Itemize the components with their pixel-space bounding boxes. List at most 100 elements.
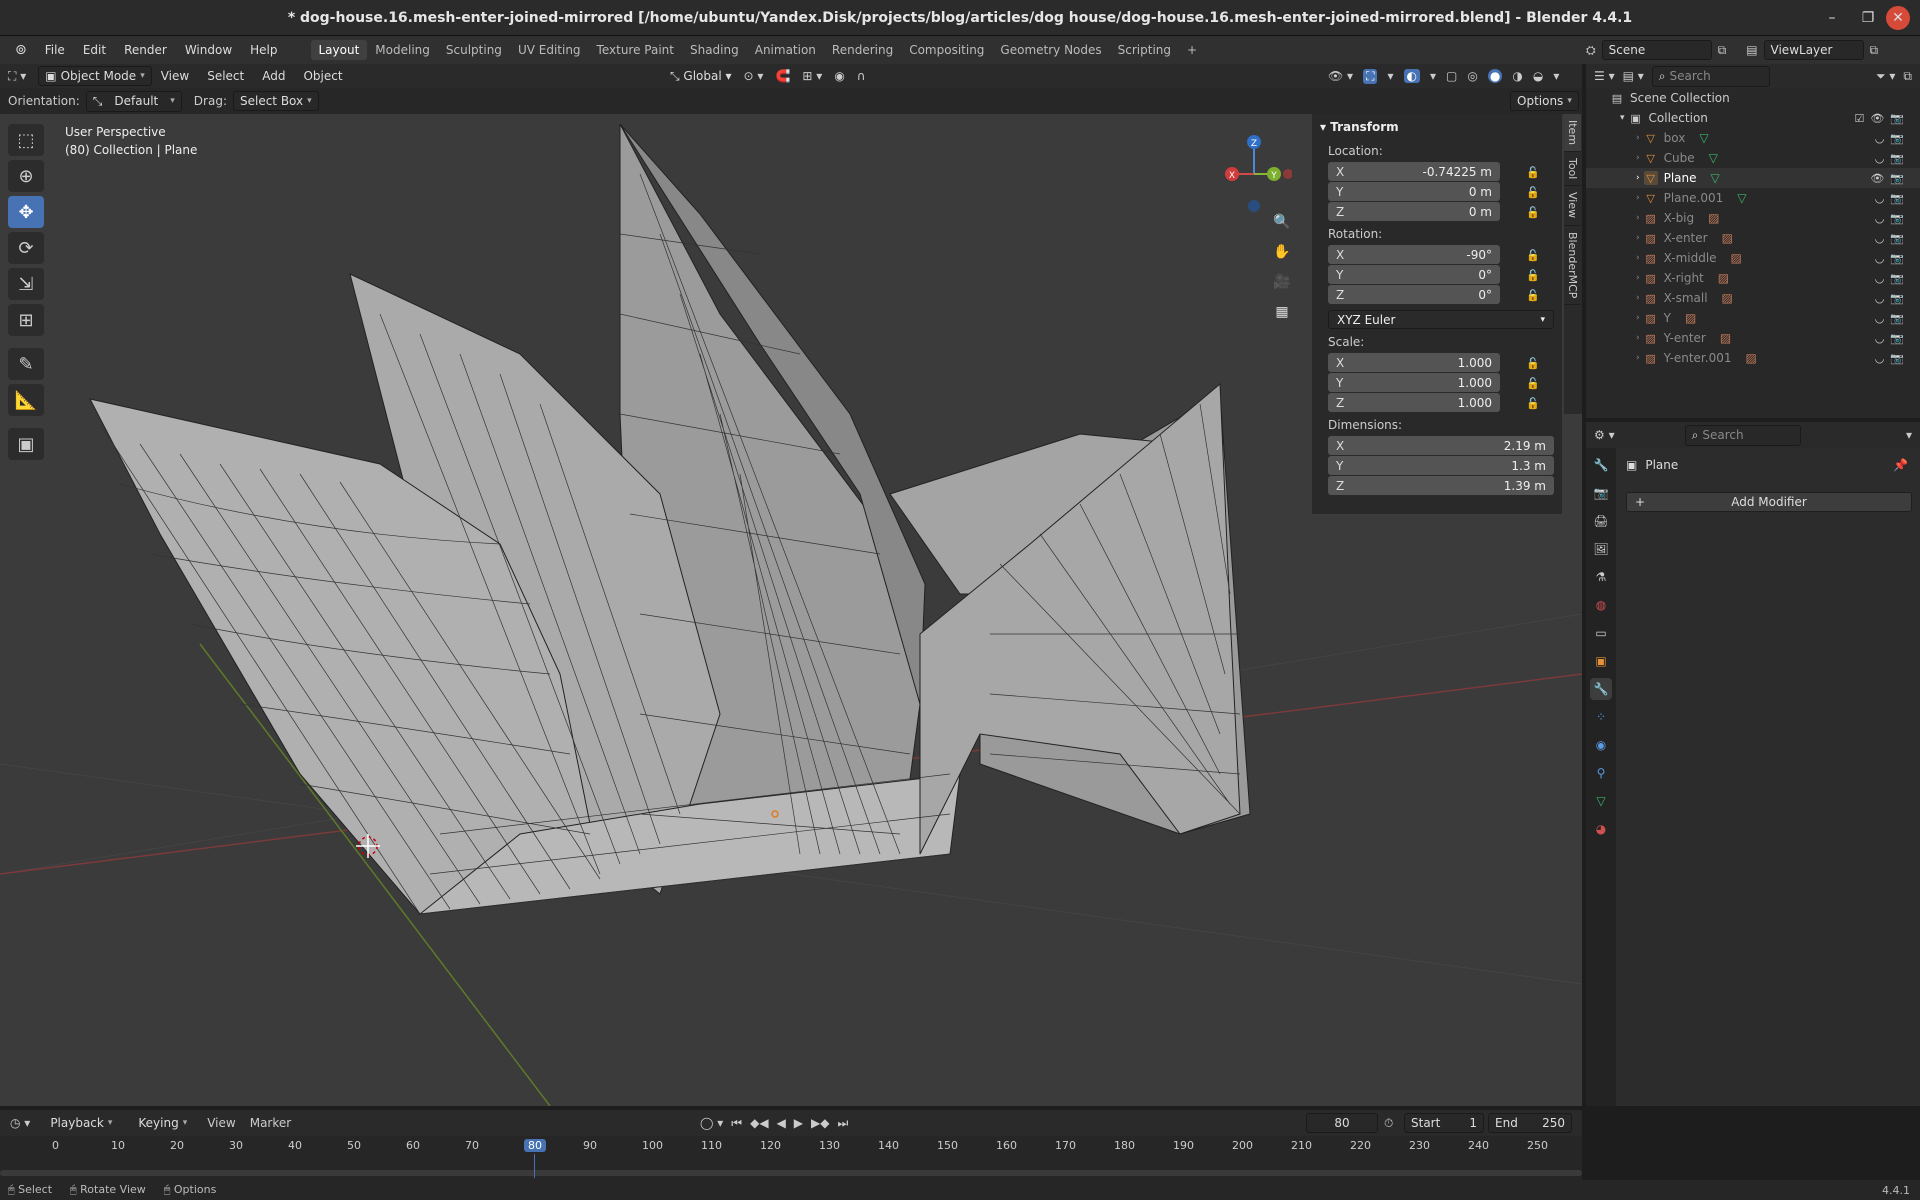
menu-render[interactable]: Render xyxy=(115,43,176,57)
lock-icon[interactable]: 🔓 xyxy=(1526,186,1540,199)
rotate-tool-icon[interactable]: ⟳ xyxy=(8,232,44,264)
solid-shading-icon[interactable]: ● xyxy=(1487,69,1503,83)
visibility-toggles[interactable]: ◡📷 xyxy=(1875,192,1910,205)
timeline-menu-marker[interactable]: Marker xyxy=(250,1116,291,1130)
outliner-item-plane[interactable]: › ▽ Plane ▽ 👁📷 xyxy=(1586,168,1920,188)
playback-menu[interactable]: Playback ▾ xyxy=(44,1114,118,1132)
display-mode-icon[interactable]: ▤ ▾ xyxy=(1623,69,1644,83)
new-scene-icon[interactable]: ⧉ xyxy=(1718,43,1727,58)
timeline-editor-icon[interactable]: ◷ ▾ xyxy=(10,1116,30,1130)
next-keyframe-icon[interactable]: ▶◆ xyxy=(811,1116,829,1130)
viewport-menu-select[interactable]: Select xyxy=(198,69,253,83)
visibility-toggles[interactable]: ◡📷 xyxy=(1875,312,1910,325)
menu-file[interactable]: File xyxy=(36,43,74,57)
menu-help[interactable]: Help xyxy=(241,43,286,57)
tab-tool[interactable]: Tool xyxy=(1564,152,1581,187)
record-icon[interactable]: ◯ ▾ xyxy=(700,1116,723,1130)
viewport-menu-view[interactable]: View xyxy=(152,69,198,83)
properties-search[interactable]: ⌕ Search xyxy=(1684,424,1801,446)
play-reverse-icon[interactable]: ◀ xyxy=(777,1116,786,1130)
lock-icon[interactable]: 🔓 xyxy=(1526,249,1540,262)
lock-icon[interactable]: 🔓 xyxy=(1526,377,1540,390)
visibility-toggles[interactable]: ◡📷 xyxy=(1875,212,1910,225)
new-viewlayer-icon[interactable]: ⧉ xyxy=(1870,43,1879,58)
workspace-tab-sculpting[interactable]: Sculpting xyxy=(438,40,510,60)
view-layer-tab-icon[interactable]: 🖼 xyxy=(1590,538,1612,560)
prev-keyframe-icon[interactable]: ◆◀ xyxy=(750,1116,768,1130)
lock-icon[interactable]: 🔓 xyxy=(1526,166,1540,179)
outliner-item-y-enter[interactable]: › ▨ Y-enter ▨ ◡📷 xyxy=(1586,328,1920,348)
outliner-item-x-enter[interactable]: › ▨ X-enter ▨ ◡📷 xyxy=(1586,228,1920,248)
transform-panel-header[interactable]: ▾ Transform xyxy=(1320,120,1554,134)
outliner-item-cube[interactable]: › ▽ Cube ▽ ◡📷 xyxy=(1586,148,1920,168)
lock-icon[interactable]: 🔓 xyxy=(1526,269,1540,282)
menu-edit[interactable]: Edit xyxy=(74,43,115,57)
drag-dropdown[interactable]: Select Box ▾ xyxy=(232,91,319,111)
outliner-item-y[interactable]: › ▨ Y ▨ ◡📷 xyxy=(1586,308,1920,328)
pivot-icon[interactable]: ⊙ ▾ xyxy=(744,69,764,83)
properties-editor-icon[interactable]: ⚙ ▾ xyxy=(1594,428,1615,442)
collection-toggles[interactable]: ☑👁📷 xyxy=(1854,112,1910,125)
add-modifier-button[interactable]: + Add Modifier xyxy=(1626,492,1912,512)
falloff-icon[interactable]: ∩ xyxy=(857,69,866,83)
navigation-gizmo[interactable]: Z Y X xyxy=(1222,124,1292,214)
viewport-menu-add[interactable]: Add xyxy=(253,69,294,83)
maximize-icon[interactable]: ❐ xyxy=(1856,6,1880,30)
particles-tab-icon[interactable]: ⁘ xyxy=(1590,706,1612,728)
rotation-y-field[interactable]: Y 0° xyxy=(1328,265,1500,284)
keying-menu[interactable]: Keying ▾ xyxy=(132,1114,193,1132)
visibility-toggles[interactable]: ◡📷 xyxy=(1875,152,1910,165)
data-tab-icon[interactable]: ▽ xyxy=(1590,790,1612,812)
output-tab-icon[interactable]: 🖨 xyxy=(1590,510,1612,532)
tool-tab-icon[interactable]: 🔧 xyxy=(1590,454,1612,476)
gizmo-toggle-icon[interactable]: ⛶ xyxy=(1363,68,1378,84)
clock-icon[interactable]: ⏱ xyxy=(1384,1116,1393,1131)
modifier-tab-icon[interactable]: 🔧 xyxy=(1590,678,1612,700)
viewlayer-selector[interactable]: ViewLayer xyxy=(1763,40,1864,60)
filter-icon[interactable]: ⏷ ▾ xyxy=(1876,69,1895,84)
lock-icon[interactable]: 🔓 xyxy=(1526,206,1540,219)
pan-hand-icon[interactable]: ✋ xyxy=(1268,238,1296,266)
camera-view-icon[interactable]: 🎥 xyxy=(1268,268,1296,296)
chevron-down-icon[interactable]: ▾ xyxy=(1906,428,1912,442)
measure-tool-icon[interactable]: 📐 xyxy=(8,384,44,416)
rotation-mode-dropdown[interactable]: XYZ Euler ▾ xyxy=(1328,310,1554,329)
snap-icon[interactable]: 🧲 xyxy=(775,69,790,83)
editor-type-icon[interactable]: ⛶ ▾ xyxy=(8,69,26,84)
jump-end-icon[interactable]: ⏭ xyxy=(838,1116,849,1131)
workspace-tab-rendering[interactable]: Rendering xyxy=(824,40,901,60)
timeline-menu-view[interactable]: View xyxy=(207,1116,235,1130)
visibility-toggles[interactable]: ◡📷 xyxy=(1875,272,1910,285)
minimize-icon[interactable]: – xyxy=(1820,6,1844,30)
play-icon[interactable]: ▶ xyxy=(794,1116,803,1130)
close-icon[interactable]: ✕ xyxy=(1886,6,1910,30)
collection-row[interactable]: ▾ ▣ Collection ☑👁📷 xyxy=(1586,108,1920,128)
workspace-tab-layout[interactable]: Layout xyxy=(310,40,368,60)
options-dropdown[interactable]: Options ▾ xyxy=(1510,91,1579,111)
tab-view[interactable]: View xyxy=(1564,186,1581,226)
tab-item[interactable]: Item xyxy=(1564,114,1581,153)
lock-icon[interactable]: 🔓 xyxy=(1526,357,1540,370)
visibility-icon[interactable]: 👁 ▾ xyxy=(1328,69,1353,83)
outliner-item-plane001[interactable]: › ▽ Plane.001 ▽ ◡📷 xyxy=(1586,188,1920,208)
viewport-menu-object[interactable]: Object xyxy=(294,69,351,83)
scale-z-field[interactable]: Z 1.000 xyxy=(1328,393,1500,412)
current-frame-field[interactable]: 80 xyxy=(1306,1113,1378,1133)
visibility-toggles[interactable]: ◡📷 xyxy=(1875,352,1910,365)
outliner-item-x-middle[interactable]: › ▨ X-middle ▨ ◡📷 xyxy=(1586,248,1920,268)
proportional-edit-icon[interactable]: ◉ xyxy=(834,69,844,83)
overlay-dropdown-icon[interactable]: ▾ xyxy=(1430,69,1436,83)
gizmo-dropdown-icon[interactable]: ▾ xyxy=(1387,69,1393,83)
timeline-scrollbar[interactable] xyxy=(0,1170,1582,1176)
rotation-z-field[interactable]: Z 0° xyxy=(1328,285,1500,304)
new-collection-icon[interactable]: ⧉ xyxy=(1903,69,1912,84)
workspace-tab-compositing[interactable]: Compositing xyxy=(901,40,992,60)
perspective-toggle-icon[interactable]: ▦ xyxy=(1268,298,1296,326)
dimensions-y-field[interactable]: Y 1.3 m xyxy=(1328,456,1554,475)
material-shading-icon[interactable]: ◑ xyxy=(1512,69,1522,83)
select-box-tool-icon[interactable]: ⬚ xyxy=(8,124,44,156)
world-tab-icon[interactable]: ◍ xyxy=(1590,594,1612,616)
start-frame-field[interactable]: Start 1 xyxy=(1404,1113,1484,1133)
visibility-toggles[interactable]: 👁📷 xyxy=(1870,172,1910,185)
workspace-tab-modeling[interactable]: Modeling xyxy=(367,40,438,60)
